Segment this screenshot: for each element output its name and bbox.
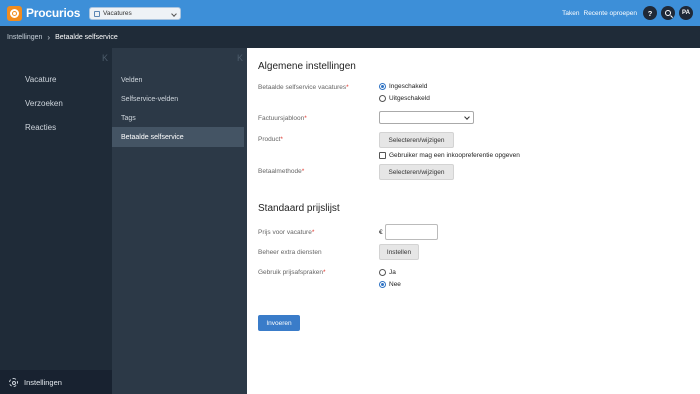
radio-disabled-label: Uitgeschakeld [389,95,430,102]
sidebar-item-reacties[interactable]: Reacties [25,123,56,132]
radio-enabled[interactable]: Ingeschakeld [379,83,427,90]
breadcrumb-separator-icon: › [47,32,51,42]
invoice-template-select[interactable] [379,111,474,124]
gear-icon [9,377,18,387]
subnav-item-tags[interactable]: Tags [112,108,244,128]
purchase-reference-option[interactable]: Gebruiker mag een inkoopreferentie opgev… [379,152,520,159]
collapse-sidebar-icon[interactable]: K [102,53,108,63]
product-label: Product* [258,136,283,143]
payment-method-select-button[interactable]: Selecteren/wijzigen [379,164,454,180]
subnav-item-velden[interactable]: Velden [112,70,244,90]
radio-disabled[interactable]: Uitgeschakeld [379,95,430,102]
top-nav: Taken Recente oproepen ? PA [562,5,693,21]
radio-enabled-control[interactable] [379,83,386,90]
radio-yes[interactable]: Ja [379,269,396,276]
tasks-link[interactable]: Taken [562,10,579,17]
subnav-item-selfservice-velden[interactable]: Selfservice-velden [112,89,244,109]
settings-form: Algemene instellingen Betaalde selfservi… [247,48,700,394]
top-bar: Procurios Vacatures Taken Recente oproep… [0,0,700,26]
radio-yes-control[interactable] [379,269,386,276]
search-icon [665,10,671,16]
search-button[interactable] [661,6,675,20]
sidebar: K Vacature Verzoeken Reacties Instelling… [0,48,112,394]
radio-disabled-control[interactable] [379,95,386,102]
sidebar-item-vacature[interactable]: Vacature [25,75,56,84]
user-avatar[interactable]: PA [679,6,693,20]
breadcrumb-root[interactable]: Instellingen [7,34,42,41]
chevron-down-icon [464,114,470,120]
radio-enabled-label: Ingeschakeld [389,83,428,90]
price-agreements-label: Gebruik prijsafspraken* [258,269,326,276]
module-icon [94,10,100,17]
extra-services-label: Beheer extra diensten [258,249,322,256]
purchase-reference-label: Gebruiker mag een inkoopreferentie opgev… [389,152,520,159]
breadcrumb: Instellingen › Betaalde selfservice [0,26,700,48]
recent-calls-link[interactable]: Recente oproepen [584,10,638,17]
product-select-button[interactable]: Selecteren/wijzigen [379,132,454,148]
chevron-down-icon [171,11,177,17]
radio-yes-label: Ja [389,269,396,276]
sidebar-item-instellingen[interactable]: Instellingen [0,370,112,394]
collapse-subnav-icon[interactable]: K [237,53,243,63]
sidebar-item-verzoeken[interactable]: Verzoeken [25,99,63,108]
help-button[interactable]: ? [643,6,657,20]
invoice-template-label: Factuursjabloon* [258,115,307,122]
app-logo[interactable]: Procurios [7,4,80,22]
subnav-item-betaalde-selfservice[interactable]: Betaalde selfservice [112,127,244,147]
section-title-pricelist: Standaard prijslijst [258,203,340,214]
currency-symbol: € [379,229,383,236]
section-title-general: Algemene instellingen [258,61,356,72]
app-name: Procurios [26,6,81,20]
paid-selfservice-label: Betaalde selfservice vacatures* [258,84,349,91]
module-switcher-value: Vacatures [103,10,132,17]
radio-no-label: Nee [389,281,401,288]
price-label: Prijs voor vacature* [258,229,315,236]
sidebar-footer-label: Instellingen [24,377,62,387]
payment-method-label: Betaalmethode* [258,168,305,175]
radio-no[interactable]: Nee [379,281,401,288]
price-input[interactable] [385,224,438,240]
submit-button[interactable]: Invoeren [258,315,300,331]
purchase-reference-checkbox[interactable] [379,152,386,159]
module-switcher[interactable]: Vacatures [89,7,181,20]
radio-no-control[interactable] [379,281,386,288]
breadcrumb-current: Betaalde selfservice [55,33,118,41]
settings-subnav: K Velden Selfservice-velden Tags Betaald… [112,48,247,394]
procurios-logo-icon [7,5,22,21]
extra-services-button[interactable]: Instellen [379,244,419,260]
